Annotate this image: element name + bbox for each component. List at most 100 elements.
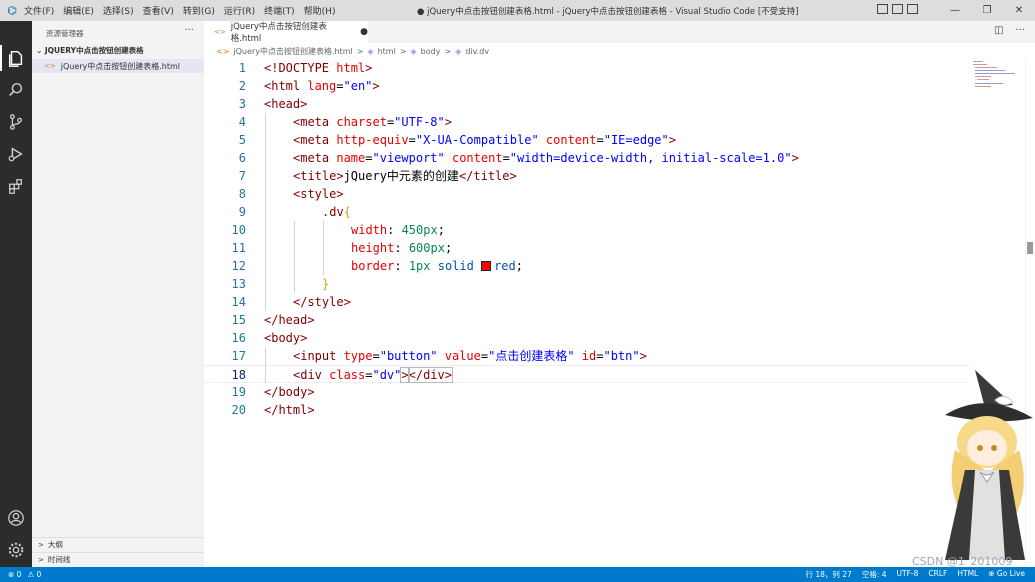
breadcrumb-separator: > [356,46,364,56]
go-live-button[interactable]: ⊕ Go Live [988,569,1025,580]
code-line[interactable]: 19 </body> [204,383,969,401]
more-actions-icon[interactable]: ··· [184,25,194,36]
code-line[interactable]: 6 <meta name="viewport" content="width=de… [204,149,969,167]
code-line[interactable]: 7 <title>jQuery中元素的创建</title> [204,167,969,185]
split-editor-icon[interactable]: ◫ [994,25,1003,36]
code-line-current[interactable]: 18 <div class="dv"></div> [204,365,969,383]
code-line[interactable]: 11 height: 600px; [204,239,969,257]
line-number: 9 [238,205,246,219]
mascot-illustration [945,370,1033,560]
menu-help[interactable]: 帮助(H) [304,4,336,17]
token: jQuery中元素的创建 [343,169,459,183]
code-line[interactable]: 1 <!DOCTYPE html> [204,59,969,77]
menu-terminal[interactable]: 终端(T) [264,4,295,17]
unsaved-dot-icon[interactable]: ● [360,27,368,37]
code-line[interactable]: 5 <meta http-equiv="X-UA-Compatible" cont… [204,131,969,149]
cursor-position[interactable]: 行 18，列 27 [805,569,851,580]
window-title: ● jQuery中点击按钮创建表格.html - jQuery中点击按钮创建表格… [417,7,799,17]
workspace-folder[interactable]: ⌄ JQUERY中点击按钮创建表格 [36,45,144,56]
status-bar: ⊗ 0 ⚠ 0 行 18，列 27 空格: 4 UTF-8 CRLF HTML … [0,567,1035,582]
close-button[interactable]: ✕ [1003,0,1035,21]
menu-run[interactable]: 运行(R) [224,4,255,17]
token: charset [336,115,387,129]
code-line[interactable]: 20 </html> [204,401,969,419]
token: > [444,115,452,129]
menu-view[interactable]: 查看(V) [143,4,174,17]
title-bar: ⌬ 文件(F) 编辑(E) 选择(S) 查看(V) 转到(G) 运行(R) 终端… [0,0,1035,21]
token: { [343,205,351,219]
line-number: 1 [238,61,246,75]
code-line[interactable]: 10 width: 450px; [204,221,969,239]
breadcrumb-html[interactable]: html [378,47,396,56]
scrollbar-thumb[interactable] [1027,242,1033,254]
breadcrumb-div[interactable]: div.dv [465,47,489,56]
code-line[interactable]: 4 <meta charset="UTF-8"> [204,113,969,131]
code-line[interactable]: 16 <body> [204,329,969,347]
gear-icon[interactable] [6,540,26,560]
timeline-section[interactable]: > 时间线 [32,552,204,566]
token: <div [293,368,330,382]
token: ; [444,241,453,255]
breadcrumb: <> jQuery中点击按钮创建表格.html > ◈ html > ◈ bod… [204,43,1035,59]
outline-section[interactable]: > 大纲 [32,537,204,551]
code-line[interactable]: 15 </head> [204,311,969,329]
minimap-line [973,61,983,62]
minimap-line [973,64,987,65]
toggle-panel-icon[interactable] [892,4,903,14]
code-editor[interactable]: 1 <!DOCTYPE html> 2 <html lang="en"> 3 <hea… [204,59,969,567]
indent-guide [265,347,266,383]
error-count: ⊗ 0 [8,570,22,579]
tab-label: jQuery中点击按钮创建表格.html [230,22,327,44]
token: border [351,259,395,273]
code-line[interactable]: 3 <head> [204,95,969,113]
toggle-sidebar-icon[interactable] [877,4,888,14]
token: content [451,151,503,165]
token: id [581,349,597,363]
file-item[interactable]: <> jQuery中点击按钮创建表格.html [32,59,204,73]
menu-file[interactable]: 文件(F) [24,4,54,17]
menu-selection[interactable]: 选择(S) [103,4,134,17]
code-line[interactable]: 14 </style> [204,293,969,311]
toggle-secondary-sidebar-icon[interactable] [907,4,918,14]
html-file-icon: <> [214,28,226,36]
search-icon[interactable] [6,80,26,100]
code-line[interactable]: 2 <html lang="en"> [204,77,969,95]
tab-active-file[interactable]: <> jQuery中点击按钮创建表格.html ● [204,21,368,44]
menu-edit[interactable]: 编辑(E) [63,4,94,17]
account-icon[interactable] [6,508,26,528]
code-line[interactable]: 17 <input type="button" value="点击创建表格" id… [204,347,969,365]
element-icon: ◈ [410,46,417,56]
token: = [336,79,344,93]
indent-guide [265,113,266,311]
token: <style> [293,187,344,201]
breadcrumb-body[interactable]: body [421,47,441,56]
status-problems[interactable]: ⊗ 0 ⚠ 0 [8,570,41,579]
explorer-icon[interactable] [6,48,26,68]
restore-button[interactable]: ❐ [971,0,1003,21]
token: } [322,277,330,291]
extensions-icon[interactable] [6,176,26,196]
menu-go[interactable]: 转到(G) [183,4,215,17]
language-mode[interactable]: HTML [957,569,978,580]
code-line[interactable]: 9 .dv{ [204,203,969,221]
code-line[interactable]: 8 <style> [204,185,969,203]
token: </div> [407,367,453,383]
indentation[interactable]: 空格: 4 [862,569,887,580]
encoding[interactable]: UTF-8 [897,569,919,580]
token: ; [515,259,523,273]
minimap-line [977,79,989,80]
color-swatch-icon[interactable] [481,261,492,271]
run-debug-icon[interactable] [6,144,26,164]
more-actions-icon[interactable]: ··· [1015,25,1025,36]
source-control-icon[interactable] [6,112,26,132]
minimize-button[interactable]: — [939,0,971,21]
code-line[interactable]: 13} [204,275,969,293]
chevron-right-icon: > [38,555,44,564]
code-line[interactable]: 12 border: 1px solid red; [204,257,969,275]
token: name [336,151,366,165]
breadcrumb-file[interactable]: jQuery中点击按钮创建表格.html [233,46,352,57]
token: = [408,133,416,147]
token: <title> [293,169,344,183]
line-ending[interactable]: CRLF [928,569,947,580]
